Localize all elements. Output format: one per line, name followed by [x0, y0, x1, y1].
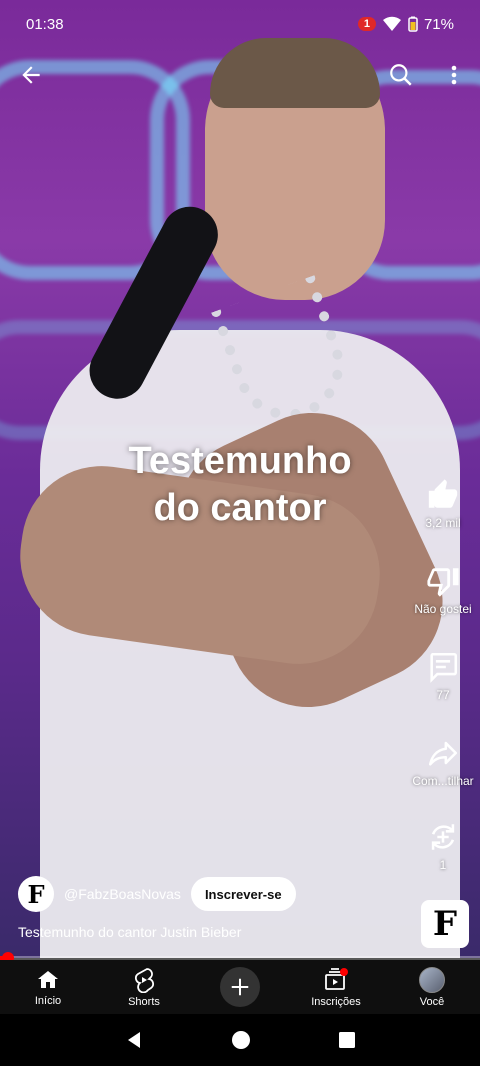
- nav-create[interactable]: [192, 960, 288, 1014]
- comments-count: 77: [436, 688, 450, 702]
- thumbs-down-icon: [427, 568, 459, 597]
- back-triangle-icon[interactable]: [124, 1030, 144, 1050]
- wifi-icon: [382, 16, 401, 31]
- recents-square-icon[interactable]: [338, 1031, 356, 1049]
- overlay-line: do cantor: [153, 487, 327, 529]
- home-circle-icon[interactable]: [231, 1030, 251, 1050]
- search-icon[interactable]: [388, 62, 414, 88]
- like-count: 3,2 mil: [425, 516, 461, 530]
- user-avatar: [419, 966, 445, 993]
- nav-subscriptions-label: Inscrições: [311, 995, 361, 1008]
- dislike-button[interactable]: Não gostei: [406, 564, 480, 616]
- nav-home[interactable]: Início: [0, 960, 96, 1014]
- nav-shorts[interactable]: Shorts: [96, 960, 192, 1014]
- comments-button[interactable]: 77: [406, 650, 480, 702]
- remix-button[interactable]: 1: [406, 820, 480, 872]
- remix-count: 1: [439, 858, 447, 872]
- channel-handle[interactable]: @FabzBoasNovas: [64, 886, 181, 902]
- sound-thumbnail[interactable]: F: [421, 900, 469, 948]
- nav-home-label: Início: [34, 994, 62, 1007]
- battery-icon: [408, 16, 418, 32]
- battery-percent: 71%: [423, 15, 454, 33]
- subscribe-button[interactable]: Inscrever-se: [190, 877, 296, 911]
- status-bar: 01:38 1 71%: [0, 0, 480, 48]
- system-nav-bar: [0, 1014, 480, 1066]
- nav-you[interactable]: Você: [384, 960, 480, 1014]
- notification-badge: 1: [357, 17, 376, 31]
- plus-icon: [231, 978, 249, 996]
- shorts-icon: [135, 967, 154, 993]
- channel-avatar[interactable]: F: [18, 876, 54, 912]
- nav-subscriptions[interactable]: Inscrições: [288, 960, 384, 1014]
- create-button[interactable]: [220, 967, 260, 1007]
- back-arrow-icon[interactable]: [18, 62, 44, 88]
- top-bar: [0, 56, 480, 96]
- home-icon: [38, 970, 58, 988]
- like-button[interactable]: 3,2 mil: [406, 478, 480, 530]
- share-label: Com...tilhar: [412, 774, 474, 788]
- thumbs-up-icon: [428, 479, 458, 508]
- share-icon: [428, 741, 458, 766]
- subscriptions-icon: [325, 967, 348, 990]
- dislike-label: Não gostei: [414, 602, 472, 616]
- video-overlay-text: Testemunho do cantor: [60, 438, 420, 532]
- share-button[interactable]: Com...tilhar: [406, 736, 480, 788]
- remix-icon: [431, 824, 455, 850]
- more-options-icon[interactable]: [444, 62, 464, 88]
- comment-icon: [430, 652, 458, 683]
- video-description[interactable]: Testemunho do cantor Justin Bieber: [18, 924, 241, 940]
- status-time: 01:38: [26, 15, 64, 33]
- nav-shorts-label: Shorts: [128, 995, 160, 1008]
- channel-row: F @FabzBoasNovas Inscrever-se: [18, 876, 296, 912]
- overlay-line: Testemunho: [128, 440, 352, 482]
- bottom-nav: Início Shorts Inscrições Você: [0, 960, 480, 1014]
- nav-you-label: Você: [419, 995, 445, 1008]
